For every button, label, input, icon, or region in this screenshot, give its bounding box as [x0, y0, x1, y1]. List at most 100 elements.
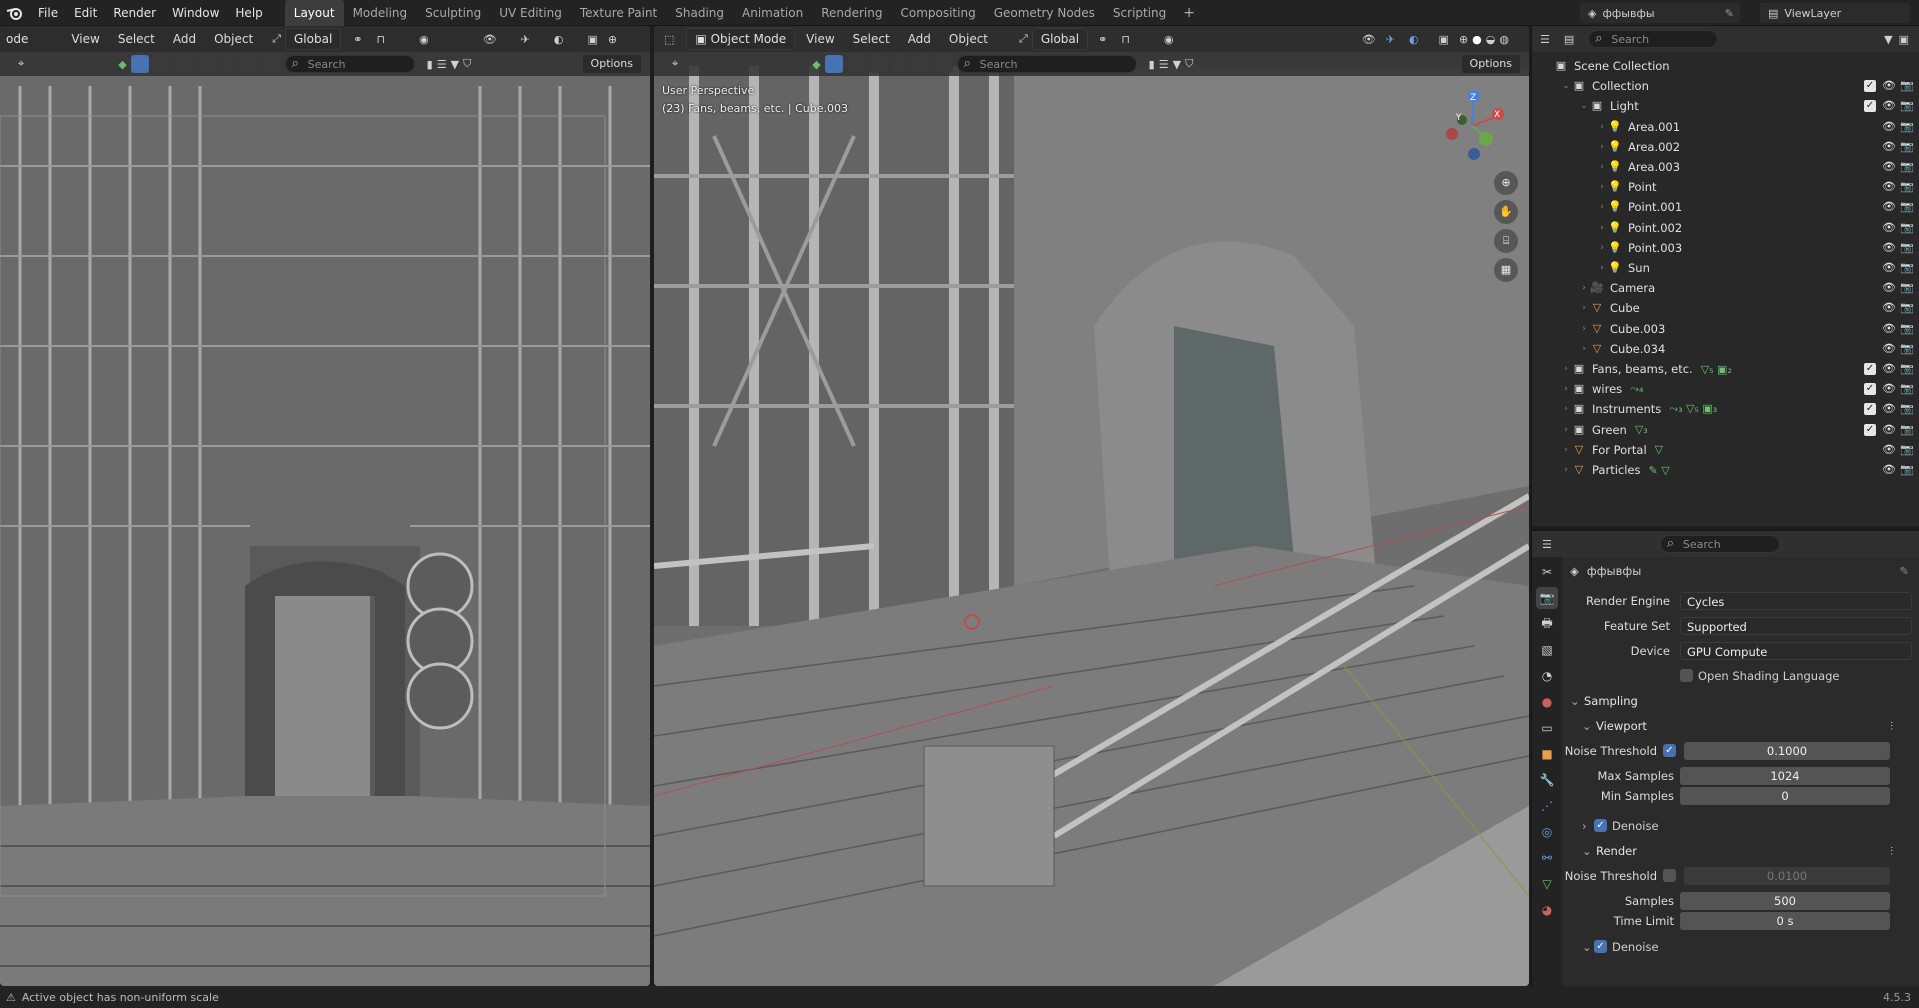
- outliner-row[interactable]: › 💡 Point.001 👁 📷: [1532, 197, 1919, 217]
- expand-chevron-icon[interactable]: ⌄: [1578, 101, 1590, 111]
- render-camera-icon[interactable]: 📷: [1900, 302, 1914, 314]
- vp-min-samples-field[interactable]: 0: [1680, 787, 1890, 805]
- expand-chevron-icon[interactable]: ›: [1596, 202, 1608, 212]
- pan-hand-icon[interactable]: ✋: [1494, 200, 1518, 224]
- left-viewport[interactable]: ode View Select Add Object ⤢ Global ⚭ ⊓ …: [0, 26, 650, 986]
- outliner-editor-icon[interactable]: ☰: [1540, 33, 1550, 46]
- transform-orientation-dropdown[interactable]: Global: [1031, 28, 1089, 50]
- exclude-checkbox[interactable]: ✓: [1864, 383, 1876, 396]
- tab-modeling[interactable]: Modeling: [344, 0, 417, 26]
- outliner-item-data-icons[interactable]: ▽₅ ▣₂: [1701, 363, 1732, 376]
- render-engine-dropdown[interactable]: Cycles: [1680, 592, 1912, 610]
- viewport-presets-icon[interactable]: ⫶: [1890, 719, 1893, 734]
- constraints-tab-icon[interactable]: ⚯: [1536, 847, 1558, 869]
- render-camera-icon[interactable]: 📷: [1900, 342, 1914, 355]
- visibility-eye-icon[interactable]: 👁: [1882, 120, 1896, 133]
- physics-tab-icon[interactable]: ◎: [1536, 821, 1558, 843]
- visibility-eye-icon[interactable]: 👁: [1882, 181, 1896, 193]
- feature-set-dropdown[interactable]: Supported: [1680, 617, 1912, 635]
- scene-selector[interactable]: ◈ ффывфы ✎: [1580, 3, 1740, 23]
- vp-max-samples-field[interactable]: 1024: [1680, 767, 1890, 785]
- visibility-eye-icon[interactable]: 👁: [1882, 100, 1896, 112]
- visibility-eye-icon[interactable]: 👁: [1882, 342, 1896, 355]
- outliner-row[interactable]: › 💡 Area.002 👁 📷: [1532, 137, 1919, 157]
- render-camera-icon[interactable]: 📷: [1900, 241, 1914, 254]
- outliner-row[interactable]: ⌄ ▣ Light ✓ 👁 📷: [1532, 96, 1919, 116]
- data-tab-icon[interactable]: ▽: [1536, 873, 1558, 895]
- palette-icon[interactable]: ◆: [812, 58, 820, 71]
- render-camera-icon[interactable]: 📷: [1900, 383, 1914, 395]
- select-box-button[interactable]: [824, 55, 843, 73]
- r-time-limit-field[interactable]: 0 s: [1680, 912, 1890, 930]
- shade-button-4[interactable]: [912, 55, 931, 73]
- viewport-subsection[interactable]: ⌄ Viewport ⫶: [1562, 716, 1919, 736]
- menu-add[interactable]: Add: [901, 28, 938, 50]
- osl-checkbox[interactable]: [1680, 669, 1693, 682]
- tab-layout[interactable]: Layout: [284, 0, 344, 26]
- menu-edit[interactable]: Edit: [66, 0, 105, 26]
- exclude-checkbox[interactable]: ✓: [1864, 100, 1876, 113]
- expand-chevron-icon[interactable]: ›: [1596, 182, 1608, 192]
- visibility-icon[interactable]: 👁: [483, 33, 497, 46]
- visibility-eye-icon[interactable]: 👁: [1882, 262, 1896, 274]
- outliner-row[interactable]: › ▣ Instruments ⤳₃ ▽₅ ▣₃ ✓ 👁 📷: [1532, 399, 1919, 419]
- visibility-eye-icon[interactable]: 👁: [1882, 140, 1896, 153]
- wireframe-icon[interactable]: ⊕: [608, 33, 617, 46]
- visibility-eye-icon[interactable]: 👁: [1882, 363, 1896, 375]
- outliner-row[interactable]: › ▽ Particles ✎ ▽ 👁 📷: [1532, 460, 1919, 480]
- outliner-row[interactable]: › 💡 Point 👁 📷: [1532, 177, 1919, 197]
- outliner-row[interactable]: › 💡 Sun 👁 📷: [1532, 258, 1919, 278]
- object-tab-icon[interactable]: ■: [1536, 743, 1558, 765]
- expand-chevron-icon[interactable]: ›: [1560, 364, 1572, 374]
- render-camera-icon[interactable]: 📷: [1900, 464, 1914, 476]
- outliner-row[interactable]: ⌄ ▣ Collection ✓ 👁 📷: [1532, 76, 1919, 96]
- render-camera-icon[interactable]: 📷: [1900, 80, 1914, 92]
- render-camera-icon[interactable]: 📷: [1900, 140, 1914, 153]
- collection-tab-icon[interactable]: ▭: [1536, 717, 1558, 739]
- device-dropdown[interactable]: GPU Compute: [1680, 642, 1912, 660]
- render-tab-icon[interactable]: 📷: [1536, 587, 1558, 609]
- outliner-row[interactable]: › ▽ Cube.003 👁 📷: [1532, 319, 1919, 339]
- vp-noise-threshold-field[interactable]: 0.1000: [1684, 742, 1890, 760]
- shade-button-2[interactable]: [868, 55, 887, 73]
- left-bookmark-icon[interactable]: ▮: [427, 58, 433, 71]
- expand-chevron-icon[interactable]: ›: [1596, 263, 1608, 273]
- menu-object[interactable]: Object: [942, 28, 995, 50]
- right-viewport[interactable]: ⬚ ▣ Object Mode View Select Add Object ⤢…: [654, 26, 1529, 986]
- properties-editor-icon[interactable]: ☰: [1542, 538, 1552, 551]
- outliner-display-mode-icon[interactable]: ▤: [1564, 33, 1574, 46]
- visibility-eye-icon[interactable]: 👁: [1882, 161, 1896, 173]
- shading-material-icon[interactable]: ◒: [1486, 33, 1496, 46]
- outliner-row[interactable]: › 💡 Point.002 👁 📷: [1532, 218, 1919, 238]
- left-menu-object[interactable]: Object: [207, 28, 260, 50]
- vp-denoise-checkbox[interactable]: ✓: [1594, 819, 1607, 832]
- shade-button-1[interactable]: [846, 55, 865, 73]
- menu-file[interactable]: File: [30, 0, 66, 26]
- shade-button-5[interactable]: [934, 55, 953, 73]
- visibility-eye-icon[interactable]: 👁: [1882, 383, 1896, 395]
- outliner-new-collection-icon[interactable]: ▣: [1899, 33, 1909, 46]
- scene-tab-icon[interactable]: ◔: [1536, 665, 1558, 687]
- exclude-checkbox[interactable]: ✓: [1864, 423, 1876, 436]
- navigation-gizmo[interactable]: Z X Y: [1434, 84, 1514, 164]
- expand-chevron-icon[interactable]: ›: [1560, 445, 1572, 455]
- left-transform-dropdown[interactable]: Global: [285, 28, 342, 50]
- view-layer-tab-icon[interactable]: ▧: [1536, 639, 1558, 661]
- render-camera-icon[interactable]: 📷: [1900, 423, 1914, 436]
- outliner-row[interactable]: › ▽ For Portal ▽ 👁 📷: [1532, 440, 1919, 460]
- shade-button-3[interactable]: [890, 55, 909, 73]
- gizmo-icon[interactable]: ✈: [521, 33, 530, 46]
- r-noise-threshold-field[interactable]: 0.0100: [1684, 867, 1890, 885]
- left-shade-button-6[interactable]: [262, 55, 281, 73]
- r-denoise-row[interactable]: ⌄ ✓ Denoise: [1562, 937, 1919, 957]
- visibility-eye-icon[interactable]: 👁: [1882, 423, 1896, 436]
- outliner-row[interactable]: › 💡 Point.003 👁 📷: [1532, 238, 1919, 258]
- tab-uv-editing[interactable]: UV Editing: [490, 0, 571, 26]
- tab-texture-paint[interactable]: Texture Paint: [571, 0, 666, 26]
- expand-chevron-icon[interactable]: ›: [1596, 243, 1608, 253]
- camera-view-icon[interactable]: ⌸: [1494, 229, 1518, 253]
- left-shade-button-1[interactable]: [152, 55, 171, 73]
- expand-chevron-icon[interactable]: ›: [1560, 404, 1572, 414]
- r-samples-field[interactable]: 500: [1680, 892, 1890, 910]
- visibility-eye-icon[interactable]: 👁: [1882, 322, 1896, 335]
